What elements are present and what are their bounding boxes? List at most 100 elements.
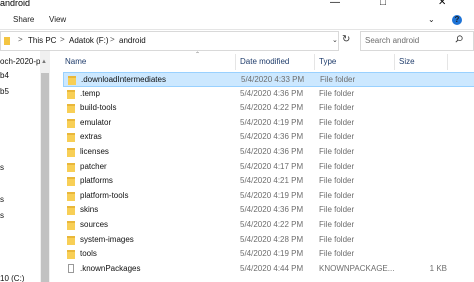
folder-icon (68, 76, 76, 85)
file-date: 5/4/2020 4:44 PM (240, 264, 304, 273)
file-date: 5/4/2020 4:22 PM (240, 103, 304, 112)
help-icon[interactable]: ? (452, 15, 462, 25)
column-size[interactable]: Size (399, 57, 415, 66)
file-row[interactable]: system-images 5/4/2020 4:28 PM File fold… (63, 233, 474, 248)
ribbon-tabs: Share View ⌄ ? (0, 12, 474, 28)
file-name: tools (80, 249, 97, 258)
file-row[interactable]: extras 5/4/2020 4:36 PM File folder (63, 130, 474, 145)
folder-icon (67, 90, 75, 99)
column-divider[interactable] (314, 54, 315, 70)
file-name: platforms (80, 176, 113, 185)
maximize-icon[interactable]: □ (380, 0, 386, 8)
title-bar: android — □ ✕ (0, 0, 474, 12)
search-icon[interactable] (455, 35, 463, 43)
file-date: 5/4/2020 4:19 PM (240, 118, 304, 127)
close-icon[interactable]: ✕ (438, 0, 446, 8)
file-row[interactable]: sources 5/4/2020 4:22 PM File folder (63, 218, 474, 233)
folder-icon (67, 206, 75, 215)
file-row[interactable]: build-tools 5/4/2020 4:22 PM File folder (63, 101, 474, 116)
address-bar[interactable]: > This PC > Adatok (F:) > android ⌄ (0, 31, 339, 51)
file-name: patcher (80, 162, 107, 171)
file-row[interactable]: licenses 5/4/2020 4:36 PM File folder (63, 145, 474, 160)
file-date: 5/4/2020 4:19 PM (240, 191, 304, 200)
file-type: File folder (319, 162, 355, 171)
file-type: File folder (319, 235, 355, 244)
column-divider[interactable] (394, 54, 395, 70)
nav-item[interactable]: b4 (0, 71, 9, 80)
folder-icon (67, 148, 75, 157)
column-divider[interactable] (447, 54, 448, 70)
file-name: platform-tools (80, 191, 129, 200)
file-type: File folder (319, 89, 355, 98)
file-type: File folder (319, 147, 355, 156)
column-header: ⌃ Name Date modified Type Size (50, 52, 474, 72)
nav-item[interactable]: s (0, 195, 4, 204)
nav-item[interactable]: b5 (0, 87, 9, 96)
chevron-down-icon[interactable]: ⌄ (332, 36, 338, 44)
folder-icon (67, 177, 75, 186)
breadcrumb-separator: > (18, 35, 23, 44)
nav-item[interactable]: s (0, 211, 4, 220)
search-placeholder: Search android (365, 36, 420, 45)
breadcrumb-android[interactable]: android (119, 36, 146, 45)
file-date: 5/4/2020 4:36 PM (240, 205, 304, 214)
file-type: File folder (319, 191, 355, 200)
folder-icon (67, 250, 75, 259)
breadcrumb-this-pc[interactable]: This PC (28, 36, 56, 45)
file-type: File folder (319, 176, 355, 185)
search-input[interactable]: Search android (360, 31, 474, 51)
file-name: extras (80, 132, 102, 141)
file-row[interactable]: .downloadIntermediates 5/4/2020 4:33 PM … (63, 72, 474, 87)
tab-view[interactable]: View (49, 15, 66, 24)
column-date-modified[interactable]: Date modified (240, 57, 289, 66)
nav-item[interactable]: 10 (C:) (0, 274, 24, 282)
folder-icon (67, 104, 75, 113)
column-type[interactable]: Type (319, 57, 336, 66)
tab-share[interactable]: Share (13, 15, 34, 24)
column-name[interactable]: Name (65, 57, 86, 66)
file-name: skins (80, 205, 99, 214)
file-type: File folder (319, 103, 355, 112)
sort-ascending-icon: ⌃ (195, 52, 201, 58)
minimize-icon[interactable]: — (330, 0, 340, 8)
chevron-down-icon[interactable]: ⌄ (428, 15, 435, 24)
file-name: licenses (80, 147, 109, 156)
chevron-up-icon[interactable]: ▲ (41, 59, 47, 65)
file-row[interactable]: emulator 5/4/2020 4:19 PM File folder (63, 116, 474, 131)
file-name: sources (80, 220, 109, 229)
folder-icon (67, 221, 75, 230)
breadcrumb-separator[interactable]: > (110, 35, 115, 44)
file-row[interactable]: patcher 5/4/2020 4:17 PM File folder (63, 160, 474, 175)
breadcrumb-drive[interactable]: Adatok (F:) (69, 36, 109, 45)
file-row[interactable]: platforms 5/4/2020 4:21 PM File folder (63, 174, 474, 189)
file-row[interactable]: .temp 5/4/2020 4:36 PM File folder (63, 87, 474, 102)
file-name: system-images (80, 235, 134, 244)
file-row[interactable]: skins 5/4/2020 4:36 PM File folder (63, 203, 474, 218)
file-row[interactable]: platform-tools 5/4/2020 4:19 PM File fol… (63, 189, 474, 204)
file-date: 5/4/2020 4:33 PM (241, 75, 305, 84)
breadcrumb-separator[interactable]: > (60, 35, 65, 44)
file-type: File folder (319, 132, 355, 141)
window-title: android (0, 0, 31, 8)
file-date: 5/4/2020 4:36 PM (240, 89, 304, 98)
folder-icon (67, 163, 75, 172)
file-row[interactable]: .knownPackages 5/4/2020 4:44 PM KNOWNPAC… (63, 262, 474, 277)
nav-item[interactable]: och-2020-pa (0, 57, 40, 66)
scrollbar-thumb[interactable] (41, 73, 49, 282)
column-divider[interactable] (235, 54, 236, 70)
file-type: File folder (319, 220, 355, 229)
file-type: File folder (319, 249, 355, 258)
file-date: 5/4/2020 4:36 PM (240, 132, 304, 141)
file-name: .downloadIntermediates (81, 75, 166, 84)
file-date: 5/4/2020 4:21 PM (240, 176, 304, 185)
navigation-pane: och-2020-pa b4 b5 s s s 10 (C:) (0, 51, 40, 282)
file-date: 5/4/2020 4:17 PM (240, 162, 304, 171)
nav-scrollbar[interactable]: ▲ (40, 51, 50, 282)
folder-icon (4, 37, 10, 45)
nav-item[interactable]: s (0, 163, 4, 172)
refresh-icon[interactable]: ↻ (342, 34, 350, 45)
file-type: File folder (319, 118, 355, 127)
file-type: KNOWNPACKAGE... (319, 264, 395, 273)
file-row[interactable]: tools 5/4/2020 4:19 PM File folder (63, 247, 474, 262)
file-date: 5/4/2020 4:22 PM (240, 220, 304, 229)
